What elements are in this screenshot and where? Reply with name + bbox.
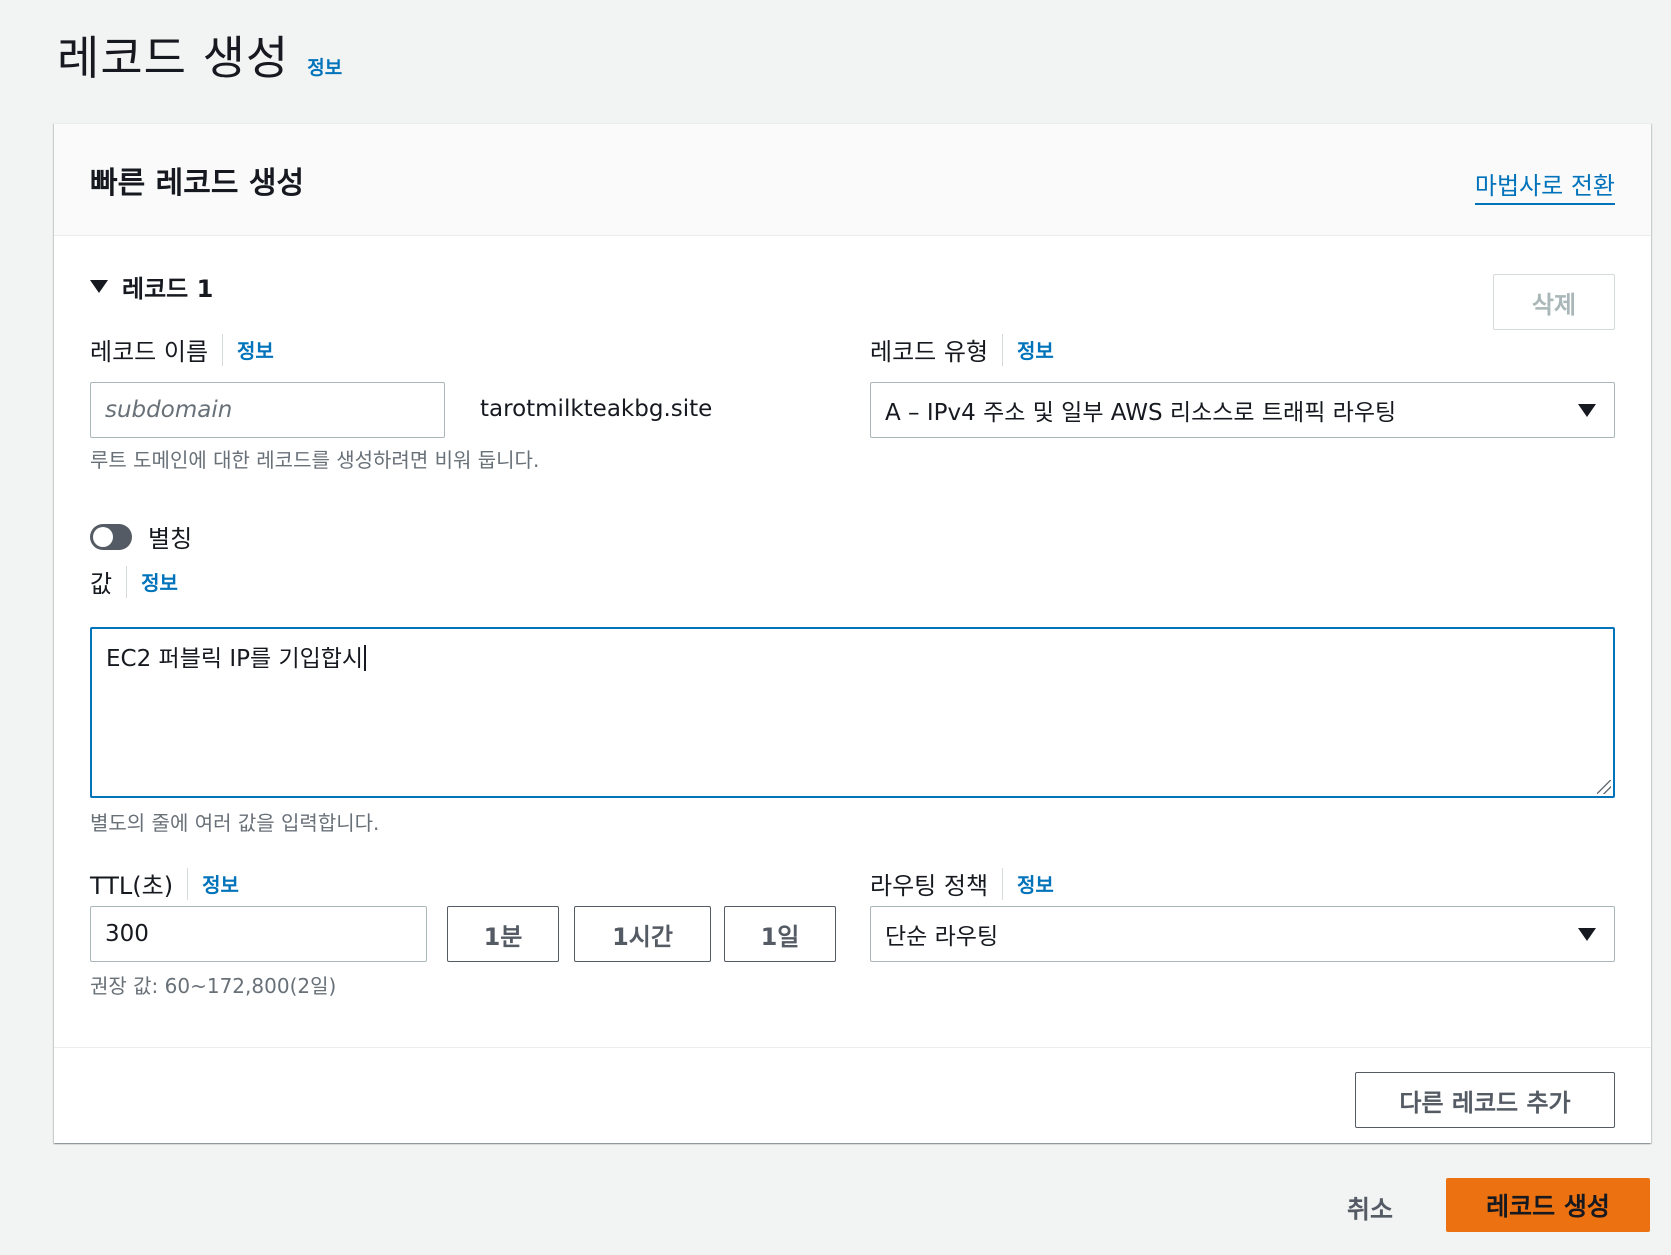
- domain-suffix: tarotmilkteakbg.site: [480, 396, 713, 422]
- ttl-info-link[interactable]: 정보: [202, 869, 239, 898]
- value-textarea[interactable]: EC2 퍼블릭 IP를 기입합시: [90, 627, 1615, 798]
- switch-to-wizard-link[interactable]: 마법사로 전환: [1474, 166, 1615, 205]
- alias-toggle-row: 별칭: [90, 519, 192, 554]
- ttl-input[interactable]: 300: [90, 906, 427, 962]
- label-divider: [187, 867, 189, 900]
- record-name-placeholder: subdomain: [105, 397, 233, 423]
- record-name-hint: 루트 도메인에 대한 레코드를 생성하려면 비워 둡니다.: [90, 448, 540, 472]
- ttl-label: TTL(초): [90, 872, 174, 900]
- routing-selected: 단순 라우팅: [885, 924, 999, 950]
- label-divider: [1002, 333, 1004, 366]
- record-title: 레코드 1: [122, 275, 214, 303]
- ttl-hint: 권장 값: 60~172,800(2일): [90, 974, 337, 998]
- record-type-label-row: 레코드 유형 정보: [870, 332, 1054, 367]
- routing-label: 라우팅 정책: [870, 872, 989, 900]
- record-name-input[interactable]: subdomain: [90, 382, 445, 438]
- ttl-1day-button[interactable]: 1일: [724, 906, 836, 962]
- cancel-button[interactable]: 취소: [1347, 1190, 1393, 1226]
- container-header: 빠른 레코드 생성 마법사로 전환: [54, 124, 1651, 236]
- delete-record-button[interactable]: 삭제: [1493, 274, 1615, 330]
- ttl-label-row: TTL(초) 정보: [90, 866, 239, 901]
- resize-handle-icon[interactable]: [1597, 780, 1611, 794]
- caret-down-icon: [90, 280, 108, 293]
- page-info-link[interactable]: 정보: [307, 53, 342, 80]
- alias-label: 별칭: [148, 525, 193, 553]
- value-label: 값: [90, 570, 113, 598]
- label-divider: [1002, 867, 1004, 900]
- record-name-label: 레코드 이름: [90, 338, 209, 366]
- quick-create-container: 빠른 레코드 생성 마법사로 전환 레코드 1 삭제 레코드 이름 정보 sub…: [54, 123, 1651, 1143]
- page-title: 레코드 생성: [57, 31, 290, 85]
- value-label-row: 값 정보: [90, 564, 178, 599]
- caret-down-icon: [1578, 404, 1596, 417]
- text-cursor: [364, 645, 367, 671]
- record-type-select[interactable]: A – IPv4 주소 및 일부 AWS 리소스로 트래픽 라우팅: [870, 382, 1615, 438]
- toggle-knob: [93, 526, 113, 547]
- record-section-toggle[interactable]: 레코드 1: [90, 269, 213, 304]
- routing-info-link[interactable]: 정보: [1017, 869, 1054, 898]
- routing-policy-select[interactable]: 단순 라우팅: [870, 906, 1615, 962]
- routing-label-row: 라우팅 정책 정보: [870, 866, 1054, 901]
- create-records-button[interactable]: 레코드 생성: [1446, 1178, 1650, 1232]
- record-name-info-link[interactable]: 정보: [237, 335, 274, 364]
- ttl-1hour-button[interactable]: 1시간: [574, 906, 711, 962]
- ttl-value: 300: [105, 921, 149, 947]
- value-hint: 별도의 줄에 여러 값을 입력합니다.: [90, 811, 380, 835]
- caret-down-icon: [1578, 928, 1596, 941]
- record-type-selected: A – IPv4 주소 및 일부 AWS 리소스로 트래픽 라우팅: [885, 400, 1397, 426]
- record-name-label-row: 레코드 이름 정보: [90, 332, 274, 367]
- label-divider: [222, 333, 224, 366]
- divider: [54, 1047, 1651, 1048]
- value-text: EC2 퍼블릭 IP를 기입합시: [106, 646, 364, 672]
- page-header: 레코드 생성 정보: [57, 22, 342, 88]
- label-divider: [126, 565, 128, 598]
- container-title: 빠른 레코드 생성: [90, 166, 305, 201]
- record-type-info-link[interactable]: 정보: [1017, 335, 1054, 364]
- record-type-label: 레코드 유형: [870, 338, 989, 366]
- value-info-link[interactable]: 정보: [141, 567, 178, 596]
- add-record-button[interactable]: 다른 레코드 추가: [1355, 1072, 1615, 1128]
- ttl-1min-button[interactable]: 1분: [447, 906, 559, 962]
- alias-toggle[interactable]: [90, 523, 132, 550]
